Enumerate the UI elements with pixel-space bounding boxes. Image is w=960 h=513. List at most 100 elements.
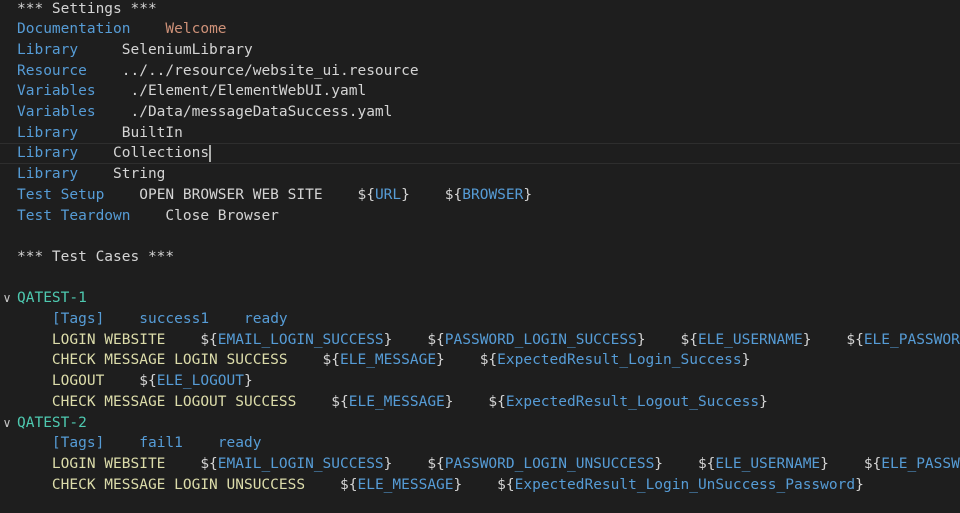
code-line[interactable]: Library Collections [0, 143, 960, 165]
code-line[interactable]: *** Test Cases *** [0, 247, 960, 268]
code-token: CHECK MESSAGE LOGOUT SUCCESS [17, 393, 297, 410]
code-token: EMAIL_LOGIN_SUCCESS [217, 331, 384, 348]
code-token: Variables [17, 83, 96, 100]
code-token: ${ [287, 352, 341, 369]
code-line[interactable]: Test Setup OPEN BROWSER WEB SITE ${URL} … [0, 185, 960, 206]
code-token: ${ [165, 331, 218, 348]
code-text: CHECK MESSAGE LOGIN SUCCESS ${ELE_MESSAG… [17, 350, 750, 371]
code-line[interactable]: [Tags] success1 ready [0, 309, 960, 330]
code-token: fail1 [139, 435, 183, 452]
code-token: } ${ [401, 186, 463, 203]
code-token: PASSWORD_LOGIN_SUCCESS [444, 331, 637, 348]
code-token: ${ [305, 476, 358, 493]
code-line[interactable]: ∨ QATEST-1 [0, 288, 960, 309]
code-token: LOGIN WEBSITE [17, 455, 166, 472]
chevron-down-icon[interactable]: ∨ [0, 288, 14, 309]
code-line[interactable] [0, 268, 960, 289]
code-token: ExpectedResult_Logout_Success [505, 393, 760, 410]
code-text: Resource ../../resource/website_ui.resou… [17, 61, 419, 82]
code-token: } ${ [453, 476, 515, 493]
code-token: Library [17, 41, 79, 58]
code-token: Library [17, 166, 79, 183]
code-token: QATEST-1 [17, 290, 87, 307]
code-line[interactable]: ∨ QATEST-2 [0, 413, 960, 434]
code-line[interactable]: CHECK MESSAGE LOGOUT SUCCESS ${ELE_MESSA… [0, 392, 960, 413]
code-token: OPEN BROWSER WEB SITE ${ [104, 186, 375, 203]
code-token: EMAIL_LOGIN_SUCCESS [217, 455, 384, 472]
code-token: ${ [165, 455, 218, 472]
code-editor[interactable]: *** Settings *** Documentation Welcome Lib… [0, 0, 960, 513]
code-token: *** Settings *** [17, 0, 157, 17]
code-text: Variables ./Element/ElementWebUI.yaml [17, 81, 366, 102]
code-token: } [759, 393, 768, 410]
code-line[interactable]: LOGIN WEBSITE ${EMAIL_LOGIN_SUCCESS } ${ P… [0, 454, 960, 475]
code-token: Variables [17, 104, 96, 120]
code-token: ../../resource/website_ui.resource [86, 62, 419, 79]
code-line[interactable]: Variables ./Data/messageDataSuccess.yaml [0, 102, 960, 123]
code-line[interactable]: CHECK MESSAGE LOGIN UNSUCCESS ${ELE_MESS… [0, 475, 960, 496]
text-cursor [209, 144, 211, 162]
code-line[interactable]: Resource ../../resource/website_ui.resou… [0, 61, 960, 82]
code-line[interactable]: Library SeleniumLibrary [0, 40, 960, 61]
code-token: ELE_PASSWORD [863, 331, 960, 348]
code-token: URL [374, 186, 402, 203]
code-token: ELE_USERNAME [715, 455, 821, 472]
code-token: LOGIN WEBSITE [17, 331, 166, 348]
code-line[interactable]: Library BuiltIn [0, 123, 960, 144]
code-token: Test Setup [17, 186, 105, 203]
code-token: } ${ [636, 331, 698, 348]
code-text: [Tags] fail1 ready [17, 433, 262, 454]
code-token: ./Element/ElementWebUI.yaml [95, 83, 367, 100]
code-line[interactable]: [Tags] fail1 ready [0, 433, 960, 454]
code-token: ELE_USERNAME [697, 331, 803, 348]
code-text: Library BuiltIn [17, 123, 183, 144]
code-line[interactable]: Documentation Welcome [0, 19, 960, 40]
code-token: } ${ [383, 331, 445, 348]
code-line[interactable]: *** Settings *** [0, 0, 960, 19]
code-token: Resource [17, 62, 87, 79]
chevron-down-icon[interactable]: ∨ [0, 413, 14, 434]
code-text: LOGIN WEBSITE ${EMAIL_LOGIN_SUCCESS } ${ P… [17, 454, 960, 475]
code-token: success1 [139, 311, 210, 327]
code-line[interactable]: Library String [0, 164, 960, 185]
code-line[interactable]: LOGOUT ${ELE_LOGOUT} [0, 371, 960, 392]
code-text: QATEST-1 [17, 288, 87, 309]
code-token: [Tags] [51, 311, 105, 327]
code-token: Close Browser [130, 207, 279, 224]
code-token: } ${ [820, 455, 882, 472]
code-text: *** Test Cases *** [17, 247, 174, 268]
code-token: ${ [296, 393, 349, 410]
code-text: Documentation Welcome [17, 19, 227, 40]
code-token: PASSWORD_LOGIN_UNSUCCESS [444, 455, 655, 472]
code-line[interactable]: LOGIN WEBSITE ${EMAIL_LOGIN_SUCCESS} ${P… [0, 330, 960, 351]
code-text: LOGIN WEBSITE ${EMAIL_LOGIN_SUCCESS} ${P… [17, 330, 960, 351]
code-token: ${ [104, 373, 157, 390]
code-line[interactable]: Test Teardown Close Browser [0, 206, 960, 227]
code-text: CHECK MESSAGE LOGOUT SUCCESS ${ELE_MESSA… [17, 392, 768, 413]
code-text: *** Settings *** [17, 0, 157, 19]
code-line[interactable] [0, 226, 960, 247]
code-token: } [741, 352, 751, 369]
code-token: ELE_MESSAGE [340, 352, 437, 369]
code-line[interactable]: Variables ./Element/ElementWebUI.yaml [0, 81, 960, 102]
code-token: CHECK MESSAGE LOGIN SUCCESS [17, 352, 288, 369]
code-token: QATEST-2 [17, 414, 87, 431]
code-token: } [244, 373, 253, 390]
code-token: LOGOUT [17, 373, 105, 390]
code-text: CHECK MESSAGE LOGIN UNSUCCESS ${ELE_MESS… [17, 475, 864, 496]
code-token: ELE_MESSAGE [357, 476, 454, 493]
code-token: Library [17, 145, 79, 162]
code-line[interactable]: CHECK MESSAGE LOGIN SUCCESS ${ELE_MESSAG… [0, 350, 960, 371]
code-token: Documentation [17, 21, 131, 38]
code-token: ./Data/messageDataSuccess.yaml [95, 104, 393, 120]
code-token: } [855, 476, 864, 493]
code-text: Library SeleniumLibrary [17, 40, 253, 61]
code-token: Collections [78, 145, 210, 162]
code-token: SeleniumLibrary [78, 41, 253, 58]
code-text: LOGOUT ${ELE_LOGOUT} [17, 371, 253, 392]
